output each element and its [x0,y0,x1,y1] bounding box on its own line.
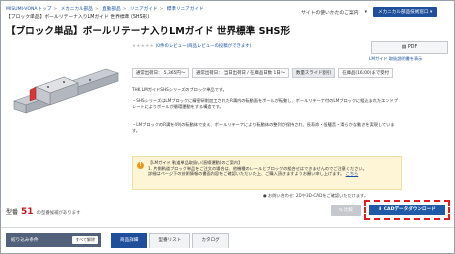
related-note: ● お問い合わせ: 2Dや3D-CADをご確認いただけます。 [263,193,369,198]
pdf-icon: ▤ [401,45,407,50]
chevron-down-icon: ▾ [364,9,367,15]
breadcrumb-item[interactable]: MISUMI-VONAトップ [6,7,51,12]
notice-box: ! 【LMガイド 軌道単品取扱い(直線運動)のご案内】 1. 片側軌道ブロック単… [132,156,402,190]
breadcrumb: MISUMI-VONAトップ > メカニカル部品 > 直動部品 > リニアガイド > 標… [6,7,204,12]
download-icon: ⬇ [378,207,383,212]
lm-guide-illustration [13,68,119,114]
breadcrumb-item[interactable]: メカニカル部品 [61,7,93,12]
review-link[interactable]: (0件のレビュー(商品レビューの投稿ができます) [156,44,252,49]
description-bullet: ・LMブロックのR溝を4列の転動体で支え、ボールリテーナにより転動体の整列が保持… [132,122,395,133]
tab-bar: 商品詳細 型番リスト カタログ [111,233,229,248]
help-link[interactable]: サイトの使いかたのご案内 [301,9,359,16]
rating-stars: ★★★★★ [132,44,155,49]
notice-line: 詳細はページ下の技術情報の書面内容をご確認いただいた上、ご購入頂きますようお願い… [148,171,359,177]
spec-discount[interactable]: 数量スライド割引 [292,68,336,78]
pdf-button[interactable]: ▤ PDF [371,41,448,54]
product-image[interactable] [6,43,124,149]
info-icon: ● [263,193,267,198]
part-code-label: 【ブロック単品】ボールリテーナ入りLMガイド 世界標準 (SHS形) [6,15,150,20]
breadcrumb-item[interactable]: 標準リニアガイド [167,7,204,12]
clear-all-button[interactable]: すべて解除 [72,236,98,244]
spec-price: 通常出荷日： 5,365円〜 [132,68,190,78]
tab-part-list[interactable]: 型番リスト [149,233,191,248]
tab-catalog[interactable]: カタログ [192,233,229,248]
compare-button[interactable]: ⇆ 比較 [331,205,361,216]
review-row: ★★★★★ (0件のレビュー(商品レビューの投稿ができます) [132,43,251,49]
filter-header: 絞り込み条件 すべて解除 [6,233,101,247]
spec-row: 通常出荷日： 5,365円〜 通常出荷日： 当日出荷日 / 在庫品日数 1日〜 … [132,68,394,78]
description-bullet: ・SHSシリーズはLMブロックに精密研削加工されたR溝内の転動面をボールが転動し… [132,98,398,109]
tab-details[interactable]: 商品詳細 [111,233,148,248]
spec-stock: 在庫品(16:00)まで受付 [338,68,394,78]
notice-link[interactable]: こちら [346,171,359,176]
part-count-number: 51 [21,207,34,217]
top-nav: サイトの使いかたのご案内 ▾ メカニカル部品技術窓口 ▾ [301,7,438,17]
cad-download-button[interactable]: ⬇ CADデータダウンロード [369,205,445,215]
part-count: 型番 51 の型番候補があります [6,207,81,217]
manual-link[interactable]: LMガイド 取扱説明書を表示 [369,56,422,62]
breadcrumb-item[interactable]: リニアガイド [130,7,158,12]
page-frame: MISUMI-VONAトップ > メカニカル部品 > 直動部品 > リニアガイド > 標… [0,0,455,254]
page-title: 【ブロック単品】ボールリテーナ入りLMガイド 世界標準 SHS形 [6,26,291,37]
warning-icon: ! [137,162,144,169]
description-intro: THK LMガイドSHSシリーズのブロック単品です。 [132,87,227,92]
cad-highlight: ⬇ CADデータダウンロード [364,200,450,220]
filter-title: 絞り込み条件 [11,238,39,243]
spec-shipping: 通常出荷日： 当日出荷日 / 在庫品日数 1日〜 [192,68,290,78]
breadcrumb-item[interactable]: 直動部品 [102,7,120,12]
compare-icon: ⇆ [339,208,343,213]
tech-window-button[interactable]: メカニカル部品技術窓口 ▾ [373,7,438,17]
